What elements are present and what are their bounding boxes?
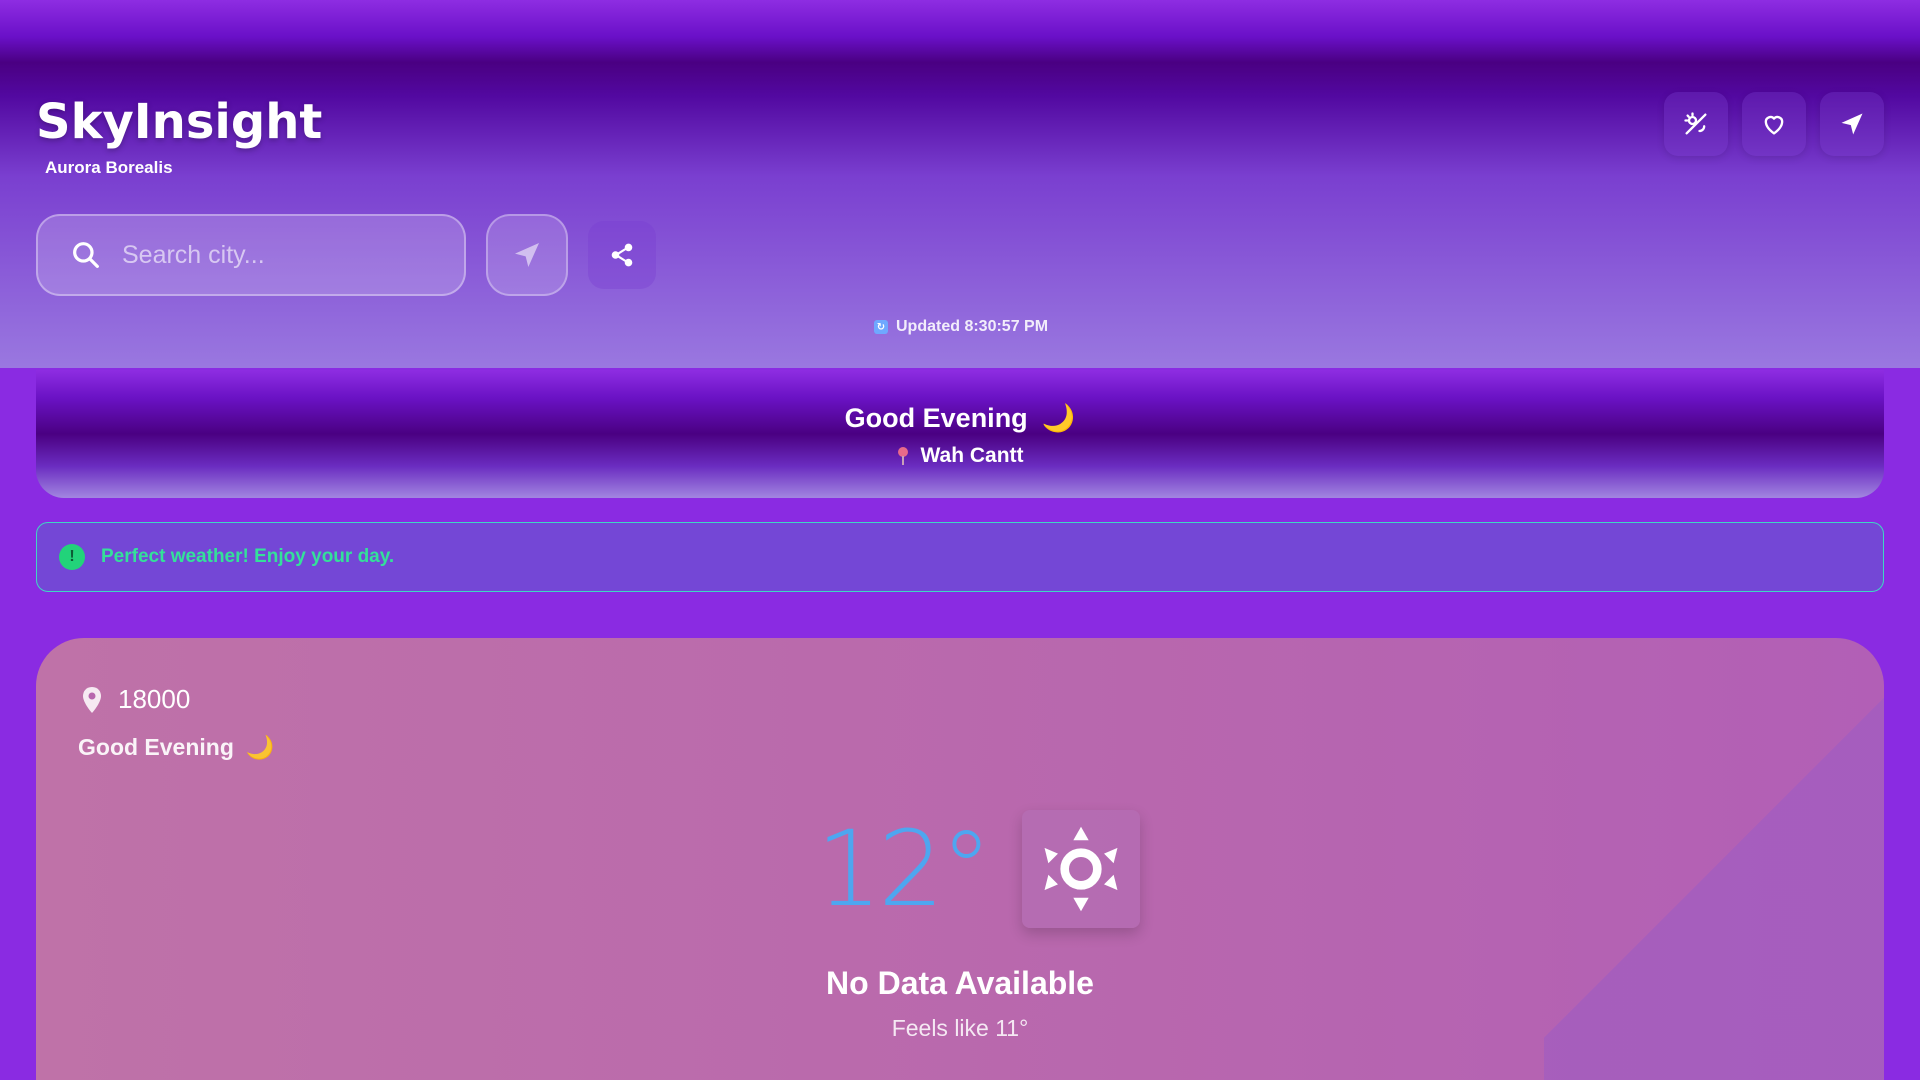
brand: SkyInsight Aurora Borealis (36, 94, 322, 178)
weather-card: 18000 Good Evening 🌙 12° No Data Availab… (36, 638, 1884, 1080)
last-updated-text: Updated 8:30:57 PM (896, 318, 1049, 335)
card-decoration (1544, 638, 1884, 1080)
heart-icon (1764, 115, 1784, 135)
last-updated: ↻ Updated 8:30:57 PM (874, 318, 1048, 336)
weather-condition: No Data Available (826, 965, 1094, 1001)
weather-alert: ! Perfect weather! Enjoy your day. (36, 522, 1884, 592)
card-location-text: 18000 (118, 684, 191, 714)
location-pin-icon (83, 686, 101, 713)
search-input[interactable] (122, 240, 452, 270)
location-arrow-icon (515, 243, 539, 267)
temperature: 12° (816, 808, 992, 930)
header-actions (1664, 92, 1884, 156)
navigate-button[interactable] (1820, 92, 1884, 156)
greeting-location-text: Wah Cantt (920, 444, 1024, 467)
current-location-button[interactable] (486, 214, 568, 296)
greeting-banner: Good Evening 🌙 Wah Cantt (36, 370, 1884, 498)
search-row (36, 214, 656, 296)
feels-like: Feels like 11° (891, 1015, 1029, 1041)
pin-icon (898, 447, 909, 465)
temperature-row: 12° (816, 808, 1141, 930)
app-title: SkyInsight (36, 94, 323, 150)
moon-icon: 🌙 (1041, 403, 1076, 433)
card-greeting: Good Evening 🌙 (78, 734, 275, 761)
sun-moon-icon (1684, 112, 1707, 135)
refresh-icon: ↻ (874, 320, 888, 334)
sun-icon (1044, 826, 1118, 912)
header: SkyInsight Aurora Borealis Search city..… (0, 0, 1920, 368)
navigation-arrow-icon (1841, 113, 1863, 135)
share-button[interactable] (588, 221, 656, 289)
greeting-title: Good Evening 🌙 (36, 402, 1884, 434)
card-location: 18000 (80, 684, 190, 715)
card-greeting-text: Good Evening (78, 734, 234, 760)
greeting-location: Wah Cantt (36, 444, 1884, 468)
search-icon (73, 242, 99, 268)
weather-condition-tile (1022, 810, 1141, 928)
theme-toggle-button[interactable] (1664, 92, 1728, 156)
greeting-text: Good Evening (844, 402, 1028, 433)
app-subtitle: Aurora Borealis (45, 158, 173, 177)
search-box[interactable] (36, 214, 466, 296)
alert-icon: ! (59, 544, 85, 570)
favorites-button[interactable] (1742, 92, 1806, 156)
share-icon (611, 243, 633, 267)
alert-text: Perfect weather! Enjoy your day. (101, 546, 395, 567)
card-moon-icon: 🌙 (245, 734, 275, 760)
